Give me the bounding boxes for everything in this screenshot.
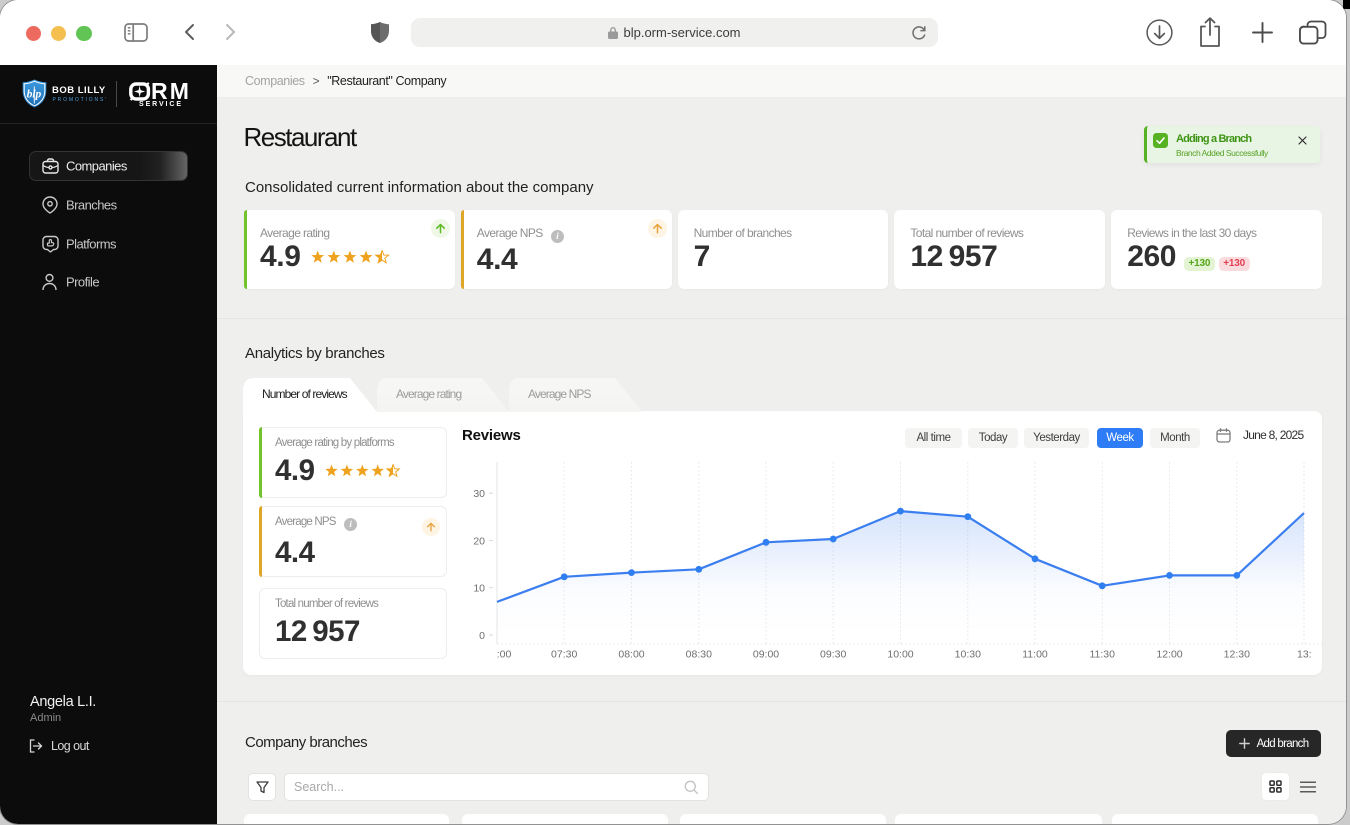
svg-text:09:30: 09:30 — [820, 649, 846, 661]
svg-text:12:30: 12:30 — [1224, 649, 1250, 661]
svg-text:10:00: 10:00 — [887, 649, 913, 661]
svg-text:08:30: 08:30 — [686, 649, 712, 661]
svg-text:07:30: 07:30 — [551, 649, 577, 661]
svg-text:20: 20 — [473, 535, 485, 547]
svg-text:11:30: 11:30 — [1089, 649, 1115, 661]
svg-text:RM: RM — [151, 82, 191, 101]
svg-text:30: 30 — [473, 488, 485, 500]
svg-text:09:00: 09:00 — [753, 649, 779, 661]
svg-text::00: :00 — [497, 649, 512, 661]
svg-text:0: 0 — [479, 630, 485, 642]
svg-text:10:30: 10:30 — [955, 649, 981, 661]
svg-text:11:00: 11:00 — [1022, 649, 1048, 661]
svg-text:13:: 13: — [1297, 649, 1312, 661]
svg-text:12:00: 12:00 — [1156, 649, 1182, 661]
svg-text:10: 10 — [473, 583, 485, 595]
svg-text:08:00: 08:00 — [618, 649, 644, 661]
